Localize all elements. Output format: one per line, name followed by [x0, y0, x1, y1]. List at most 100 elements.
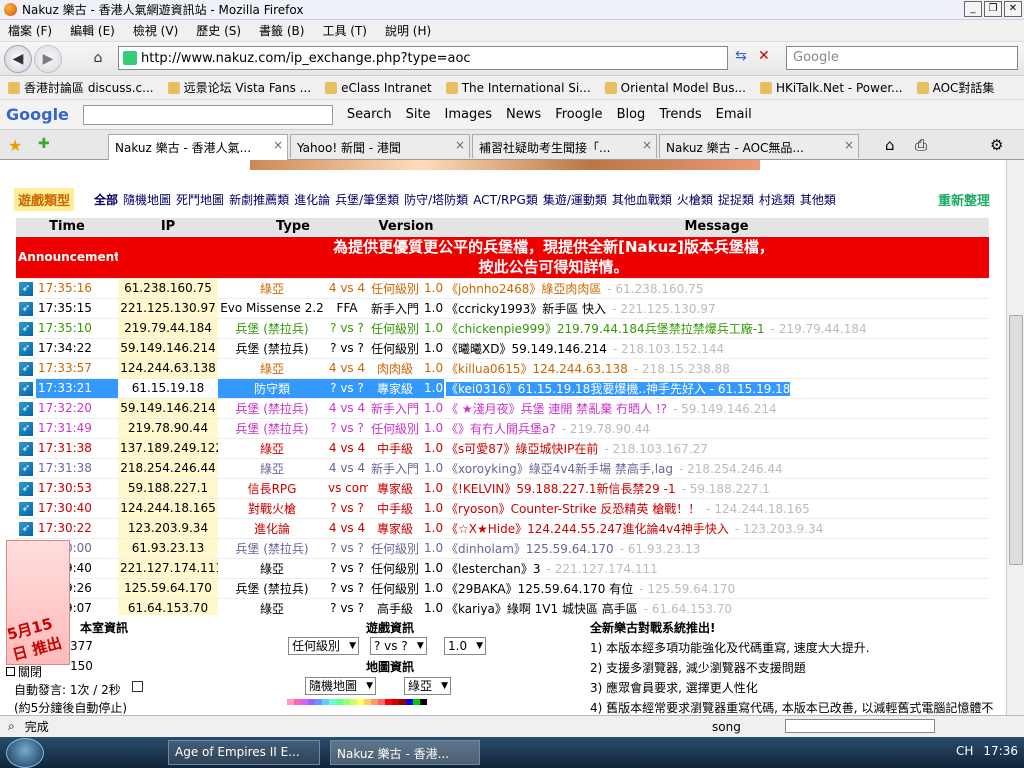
color-swatch[interactable] [287, 699, 427, 705]
close-tab-icon[interactable]: × [455, 138, 465, 152]
star-icon[interactable]: ★ [8, 136, 22, 155]
category-link[interactable]: 新劇推薦類 [229, 193, 289, 207]
menu-view[interactable]: 檢視 (V) [133, 22, 178, 39]
search-input[interactable]: Google [786, 46, 1018, 70]
close-control[interactable]: 關閉 [6, 663, 42, 680]
table-row[interactable]: ➶ 17:35:10 219.79.44.184 兵堡 (禁拉兵)? vs ? 任何級別… [16, 318, 989, 339]
google-blog-button[interactable]: Blog [617, 107, 646, 122]
game-icon[interactable]: ➶ [19, 342, 33, 356]
google-trends-button[interactable]: Trends [659, 107, 701, 122]
category-link[interactable]: 火槍類 [677, 193, 713, 207]
stop-icon[interactable]: ✕ [758, 48, 770, 64]
category-link[interactable]: 其他血戰類 [612, 193, 672, 207]
table-row[interactable]: ➶17:29:26125.59.64.170兵堡 (禁拉兵)? vs ?任何級別… [16, 578, 989, 599]
tab-yahoo[interactable]: Yahoo! 新聞 - 港聞 × [290, 134, 470, 158]
vs-select[interactable]: ? vs ? [370, 637, 427, 655]
bookmark-item[interactable]: 香港討論區 discuss.c... [8, 79, 154, 96]
category-link[interactable]: 其他類 [800, 193, 836, 207]
go-icon[interactable]: ⇆ [735, 48, 747, 64]
category-link[interactable]: 村逃類 [759, 193, 795, 207]
message-link[interactable]: 《kariya》綠啊 1V1 城快區 高手區 [446, 602, 638, 616]
bookmark-item[interactable]: HKiTalk.Net - Power... [759, 81, 903, 95]
category-link[interactable]: 全部 [94, 193, 118, 207]
home-icon[interactable]: ⌂ [885, 136, 895, 154]
message-link[interactable]: 《 ★淺月夜》兵堡 連開 禁亂棄 冇晒人 !? [446, 402, 667, 416]
header-message[interactable]: Message [444, 218, 989, 237]
google-images-button[interactable]: Images [445, 107, 493, 122]
message-link[interactable]: 《!KELVIN》59.188.227.1新信長禁29 -1 [446, 482, 676, 496]
category-link[interactable]: 進化論 [294, 193, 330, 207]
google-email-button[interactable]: Email [716, 107, 752, 122]
message-link[interactable]: 《killua0615》124.244.63.138 [446, 362, 628, 376]
version-select[interactable]: 1.0 [444, 637, 487, 655]
message-link[interactable]: 《kei0316》61.15.19.18我要爆機..神手先好入 - 61.15.… [446, 381, 791, 396]
game-icon[interactable]: ➶ [19, 502, 33, 516]
table-row[interactable]: ➶ 17:30:22 123.203.9.34 進化論 4 vs 4 專家級 1.0 《☆X★… [16, 518, 989, 539]
menu-help[interactable]: 說明 (H) [385, 22, 431, 39]
category-link[interactable]: 集遊/運動類 [543, 193, 607, 207]
close-tab-icon[interactable]: × [844, 138, 854, 152]
add-bookmark-icon[interactable]: ✚ [38, 136, 50, 152]
refresh-button[interactable]: 重新整理 [938, 190, 990, 209]
game-icon[interactable]: ➶ [19, 422, 33, 436]
header-version[interactable]: Version [368, 218, 445, 237]
table-row[interactable]: ➶ 17:32:20 59.149.146.214 兵堡 (禁拉兵) 4 vs 4 新手入… [16, 398, 989, 419]
table-row[interactable]: ➶ 17:30:53 59.188.227.1 信長RPG vs com 專家級 1.0 《!… [16, 478, 989, 499]
language-indicator[interactable]: CH [956, 744, 973, 758]
close-button[interactable]: ✕ [1004, 1, 1022, 17]
table-row[interactable]: ➶ 17:31:49 219.78.90.44 兵堡 (禁拉兵)? vs ? 任何級別 1… [16, 418, 989, 439]
table-row[interactable]: ➶17:29:40221.127.174.111綠亞? vs ?任何級別1.0《… [16, 558, 989, 579]
message-link[interactable]: 《s可愛87》綠亞城快IP在前 [446, 442, 598, 456]
close-tab-icon[interactable]: × [273, 138, 283, 152]
bookmark-item[interactable]: AOC對話集 [916, 79, 994, 96]
auto-post-checkbox[interactable] [132, 681, 143, 692]
game-icon[interactable]: ➶ [19, 462, 33, 476]
google-search-input[interactable] [82, 104, 333, 125]
minimize-button[interactable]: _ [964, 1, 982, 17]
home-icon[interactable]: ⌂ [84, 45, 112, 73]
table-row[interactable]: ➶ 17:35:16 61.238.160.75 綠亞 4 vs 4 任何級別 1.0 《jo… [16, 278, 989, 299]
map-type-select[interactable]: 綠亞 [404, 677, 452, 695]
game-icon[interactable]: ➶ [19, 382, 33, 396]
google-news-button[interactable]: News [506, 107, 541, 122]
task-firefox[interactable]: Nakuz 樂古 - 香港... [330, 740, 480, 765]
category-link[interactable]: 捉捉類 [718, 193, 754, 207]
tab-nakuz-aoc[interactable]: Nakuz 樂古 - AOC無品... × [659, 134, 859, 158]
header-type[interactable]: Type [218, 218, 369, 237]
table-row[interactable]: ➶ 17:31:38 218.254.246.44 綠亞 4 vs 4 新手入門 1.0 《x… [16, 458, 989, 479]
tab-nakuz[interactable]: Nakuz 樂古 - 香港人氣... × [108, 134, 288, 160]
table-row[interactable]: ➶ 17:33:21 61.15.19.18 防守類? vs ? 專家級 1.0 《kei0… [16, 378, 989, 399]
clock[interactable]: 17:36 [983, 744, 1018, 758]
bookmark-item[interactable]: The International Si... [445, 81, 591, 95]
message-link[interactable]: 《☆X★Hide》124.244.55.247進化論4v4神手快入 [446, 522, 729, 536]
start-button[interactable] [6, 738, 44, 768]
google-search-button[interactable]: Search [347, 107, 392, 122]
table-row[interactable]: ➶ 17:35:15 221.125.130.97 Evo Missense 2.2 F… [16, 298, 989, 319]
game-icon[interactable]: ➶ [19, 282, 33, 296]
task-aoe[interactable]: Age of Empires II E... [168, 740, 320, 765]
message-link[interactable]: 《ryoson》Counter-Strike 反恐精英 槍戰！！ [446, 502, 700, 516]
close-tab-icon[interactable]: × [642, 138, 652, 152]
game-icon[interactable]: ➶ [19, 302, 33, 316]
header-ip[interactable]: IP [118, 218, 218, 237]
bookmark-item[interactable]: 远景论坛 Vista Fans ... [167, 79, 311, 96]
google-site-button[interactable]: Site [406, 107, 431, 122]
game-icon[interactable]: ➶ [19, 402, 33, 416]
promo-ad[interactable]: 5月15日 推出 [5, 540, 70, 665]
category-link[interactable]: ACT/RPG類 [473, 193, 538, 207]
message-link[interactable]: 《29BAKA》125.59.64.170 有位 [446, 582, 633, 596]
game-icon[interactable]: ➶ [19, 362, 33, 376]
menu-tools[interactable]: 工具 (T) [322, 22, 367, 39]
game-icon[interactable]: ➶ [19, 322, 33, 336]
table-row[interactable]: ➶ 17:31:38 137.189.249.122 綠亞 4 vs 4 中手級 1.0 《s… [16, 438, 989, 459]
map-select[interactable]: 隨機地圖 [305, 677, 377, 695]
table-row[interactable]: ➶17:30:0061.93.23.13兵堡 (禁拉兵)? vs ?任何級別1.… [16, 538, 989, 559]
menu-bookmarks[interactable]: 書籤 (B) [259, 22, 304, 39]
menu-file[interactable]: 檔案 (F) [8, 22, 52, 39]
restore-button[interactable]: ❐ [984, 1, 1002, 17]
google-logo[interactable]: Google [6, 105, 69, 124]
google-froogle-button[interactable]: Froogle [555, 107, 602, 122]
media-player-bar[interactable] [785, 719, 935, 733]
bookmark-item[interactable]: eClass Intranet [325, 81, 432, 95]
header-time[interactable]: Time [16, 218, 118, 237]
